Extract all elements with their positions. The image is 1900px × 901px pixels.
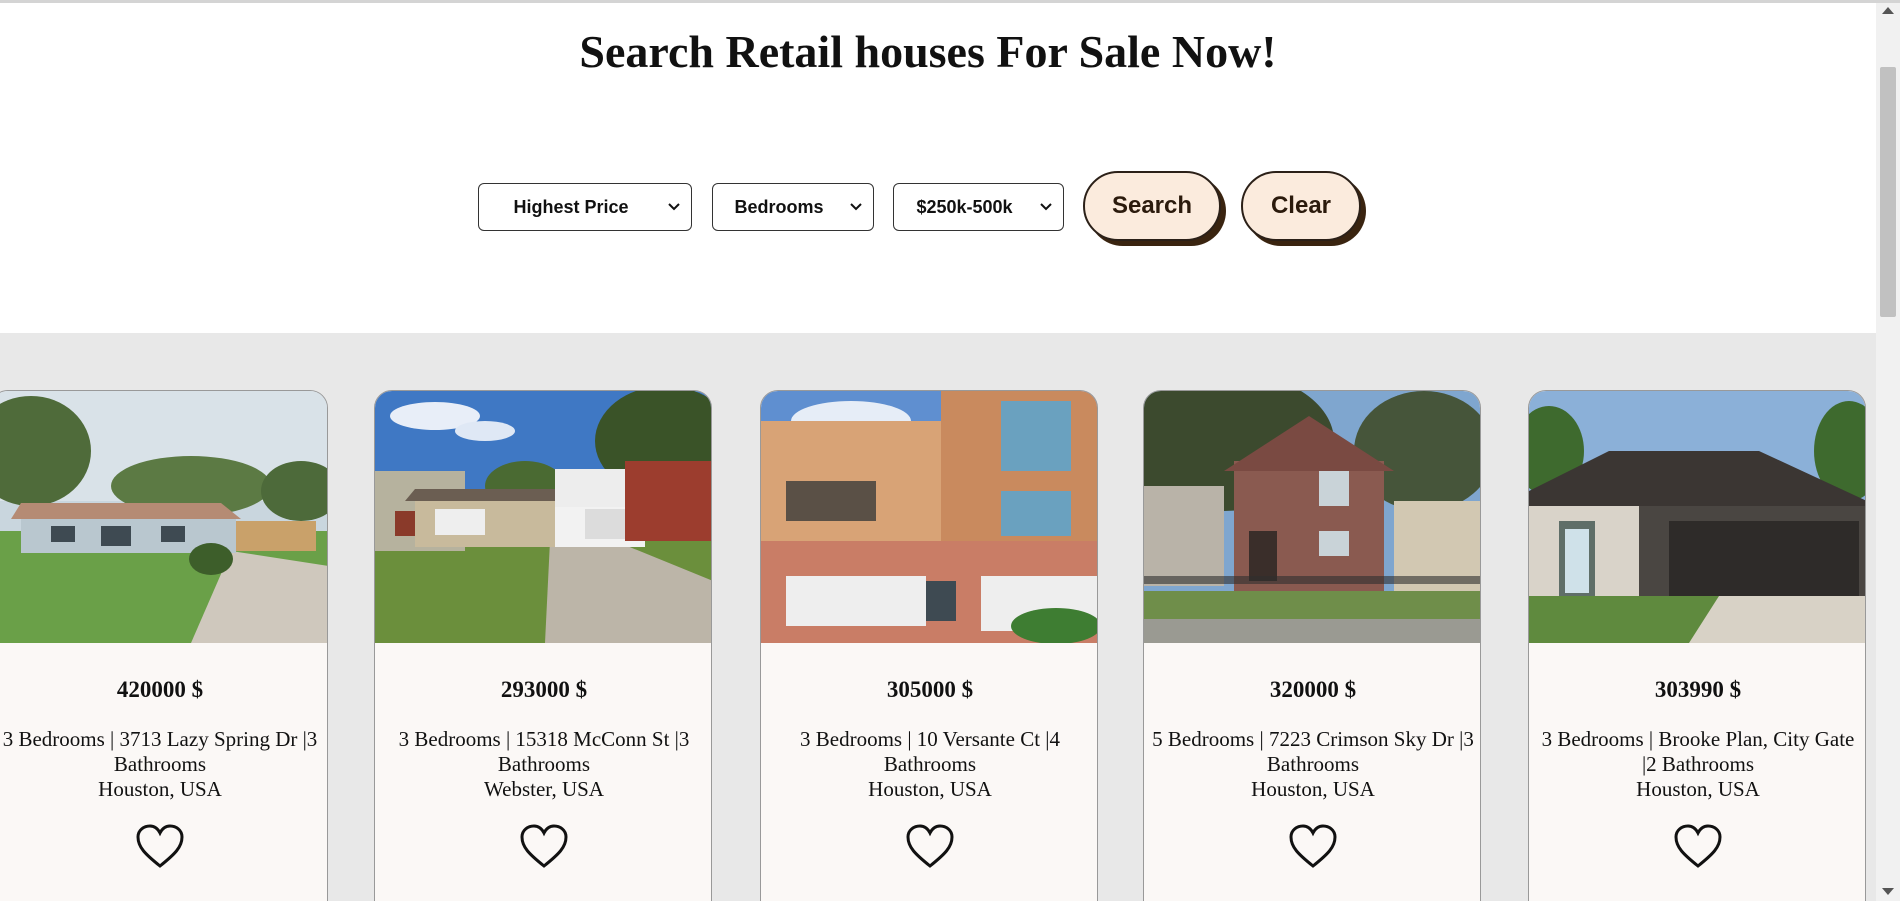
listings-section: 420000 $ 3 Bedrooms | 3713 Lazy Spring D… bbox=[0, 333, 1876, 901]
favorite-heart-icon[interactable] bbox=[1288, 823, 1338, 869]
listing-price: 303990 $ bbox=[1654, 677, 1742, 702]
listing-location: Houston, USA bbox=[1636, 777, 1760, 801]
house-photo bbox=[761, 391, 1097, 643]
listing-details-cont: Bathrooms bbox=[883, 752, 977, 776]
scroll-down-arrow-icon[interactable] bbox=[1882, 888, 1894, 895]
listing-details: 3 Bedrooms | 10 Versante Ct |4 bbox=[800, 727, 1060, 751]
listing-location: Webster, USA bbox=[484, 777, 604, 801]
house-photo bbox=[375, 391, 711, 643]
favorite-heart-icon[interactable] bbox=[905, 823, 955, 869]
listing-details: 3 Bedrooms | Brooke Plan, City Gate bbox=[1541, 727, 1855, 751]
listing-card[interactable]: 303990 $ 3 Bedrooms | Brooke Plan, City … bbox=[1528, 390, 1866, 901]
listing-location: Houston, USA bbox=[98, 777, 222, 801]
listing-details-cont: Bathrooms bbox=[1266, 752, 1360, 776]
listing-details-cont: Bathrooms bbox=[113, 752, 207, 776]
house-photo bbox=[1529, 391, 1865, 643]
listing-description: 3 Bedrooms | 15318 McConn St |3 Bathroom… bbox=[379, 727, 709, 802]
listing-card[interactable]: 420000 $ 3 Bedrooms | 3713 Lazy Spring D… bbox=[0, 390, 328, 901]
listing-location: Houston, USA bbox=[1251, 777, 1375, 801]
scroll-up-arrow-icon[interactable] bbox=[1882, 7, 1894, 14]
favorite-heart-icon[interactable] bbox=[135, 823, 185, 869]
listing-details: 5 Bedrooms | 7223 Crimson Sky Dr |3 bbox=[1152, 727, 1474, 751]
listing-details-cont: |2 Bathrooms bbox=[1641, 752, 1755, 776]
listing-description: 3 Bedrooms | 10 Versante Ct |4 Bathrooms… bbox=[765, 727, 1095, 802]
chevron-down-icon bbox=[663, 196, 685, 218]
scrollbar-thumb[interactable] bbox=[1880, 67, 1896, 317]
listing-description: 3 Bedrooms | Brooke Plan, City Gate |2 B… bbox=[1533, 727, 1863, 802]
listing-details: 3 Bedrooms | 3713 Lazy Spring Dr |3 bbox=[2, 727, 318, 751]
search-header: Search Retail houses For Sale Now! Highe… bbox=[0, 3, 1876, 333]
search-button[interactable]: Search bbox=[1083, 171, 1221, 241]
listing-description: 5 Bedrooms | 7223 Crimson Sky Dr |3 Bath… bbox=[1148, 727, 1478, 802]
listing-location: Houston, USA bbox=[868, 777, 992, 801]
listing-price: 420000 $ bbox=[116, 677, 204, 702]
listing-card[interactable]: 293000 $ 3 Bedrooms | 15318 McConn St |3… bbox=[374, 390, 712, 901]
page-viewport: Search Retail houses For Sale Now! Highe… bbox=[0, 3, 1876, 901]
listing-card[interactable]: 320000 $ 5 Bedrooms | 7223 Crimson Sky D… bbox=[1143, 390, 1481, 901]
listing-details: 3 Bedrooms | 15318 McConn St |3 bbox=[398, 727, 690, 751]
vertical-scrollbar[interactable] bbox=[1876, 3, 1900, 901]
page-title: Search Retail houses For Sale Now! bbox=[579, 26, 1277, 77]
house-photo bbox=[0, 391, 327, 643]
bedrooms-select[interactable]: Bedrooms bbox=[712, 183, 874, 231]
chevron-down-icon bbox=[845, 196, 867, 218]
sort-select[interactable]: Highest Price bbox=[478, 183, 692, 231]
price-range-select[interactable]: $250k-500k bbox=[893, 183, 1064, 231]
listing-price: 305000 $ bbox=[886, 677, 974, 702]
listing-description: 3 Bedrooms | 3713 Lazy Spring Dr |3 Bath… bbox=[0, 727, 325, 802]
house-photo bbox=[1144, 391, 1480, 643]
favorite-heart-icon[interactable] bbox=[1673, 823, 1723, 869]
clear-button[interactable]: Clear bbox=[1241, 171, 1361, 241]
chevron-down-icon bbox=[1035, 196, 1057, 218]
listing-card[interactable]: 305000 $ 3 Bedrooms | 10 Versante Ct |4 … bbox=[760, 390, 1098, 901]
bedrooms-select-value: Bedrooms bbox=[734, 196, 824, 217]
sort-select-value: Highest Price bbox=[513, 196, 629, 217]
listing-price: 293000 $ bbox=[500, 677, 588, 702]
price-range-select-value: $250k-500k bbox=[916, 196, 1013, 217]
favorite-heart-icon[interactable] bbox=[519, 823, 569, 869]
listing-details-cont: Bathrooms bbox=[497, 752, 591, 776]
listing-price: 320000 $ bbox=[1269, 677, 1357, 702]
